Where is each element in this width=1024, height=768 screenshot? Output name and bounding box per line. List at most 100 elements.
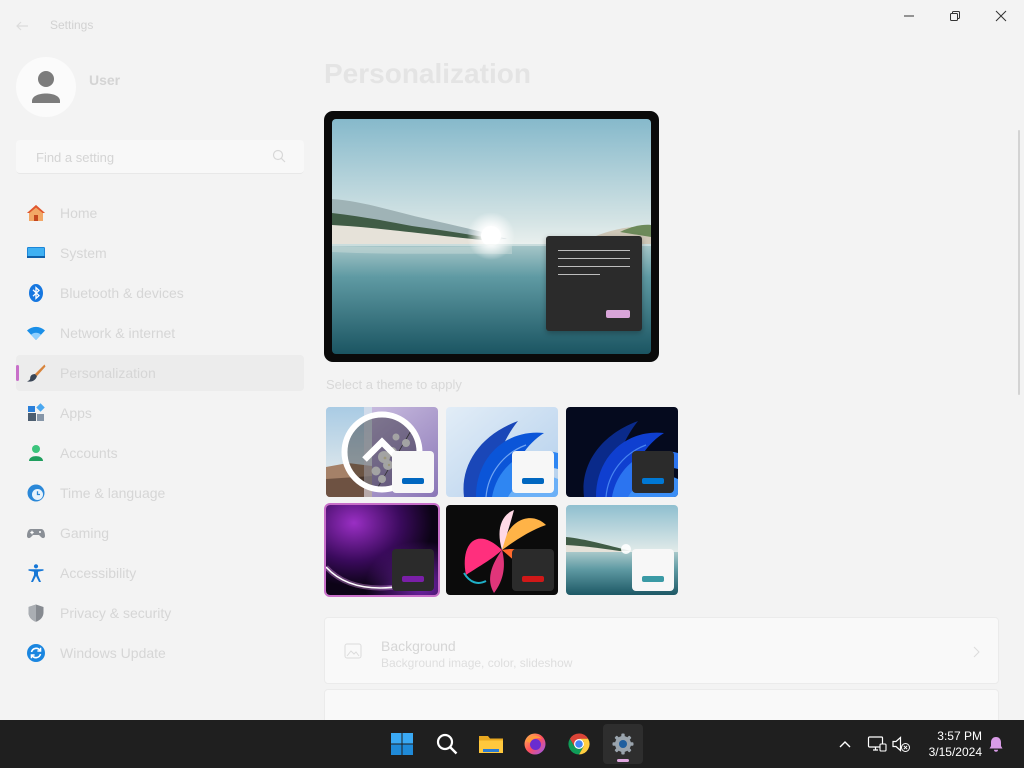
clock[interactable]: 3:57 PM 3/15/2024 <box>912 728 982 760</box>
theme-accent-bar <box>642 478 664 484</box>
restore-button[interactable] <box>932 0 978 32</box>
scrollbar[interactable] <box>1018 130 1020 395</box>
sidebar-item-privacy-security[interactable]: Privacy & security <box>16 595 304 631</box>
theme-accent-bar <box>522 478 544 484</box>
chevron-right-icon <box>973 646 980 658</box>
themes-heading: Select a theme to apply <box>326 377 462 392</box>
sidebar-item-network[interactable]: Network & internet <box>16 315 304 351</box>
preview-accent-button <box>606 310 630 318</box>
file-explorer-button[interactable] <box>471 724 511 764</box>
selection-indicator <box>16 365 19 381</box>
sidebar-item-label: Accounts <box>60 445 118 461</box>
theme-thumbnail-captured-motion[interactable] <box>446 505 558 595</box>
bell-icon <box>989 737 1003 752</box>
person-placeholder-icon <box>32 71 60 103</box>
background-settings-card[interactable]: Background Background image, color, slid… <box>324 617 999 684</box>
theme-thumbnail-glow[interactable] <box>324 503 440 597</box>
theme-window-sample <box>632 451 674 493</box>
sidebar-item-label: System <box>60 245 107 261</box>
chevron-up-icon <box>839 741 851 748</box>
controller-icon <box>27 529 45 539</box>
theme-window-sample <box>632 549 674 591</box>
brush-icon <box>27 364 46 382</box>
sidebar-item-label: Time & language <box>60 485 166 501</box>
sidebar-item-home[interactable]: Home <box>16 195 304 231</box>
search-box[interactable] <box>16 140 304 174</box>
theme-window-sample <box>512 549 554 591</box>
network-icon <box>867 736 887 752</box>
monitor-icon <box>27 247 45 258</box>
sidebar-item-system[interactable]: System <box>16 235 304 271</box>
theme-accent-bar <box>402 576 424 582</box>
settings-button[interactable] <box>603 724 643 764</box>
update-icon <box>27 644 45 662</box>
preview-window-mockup <box>546 236 642 331</box>
globe-clock-icon <box>27 484 45 502</box>
sidebar-item-label: Apps <box>60 405 92 421</box>
theme-window-sample <box>392 549 434 591</box>
theme-preview <box>324 111 659 362</box>
bluetooth-icon <box>29 284 43 302</box>
search-input[interactable] <box>34 140 278 174</box>
search-button[interactable] <box>427 724 467 764</box>
theme-thumbnail-lake[interactable] <box>566 505 678 595</box>
sidebar-item-apps[interactable]: Apps <box>16 395 304 431</box>
sidebar-item-accessibility[interactable]: Accessibility <box>16 555 304 591</box>
file-explorer-icon <box>479 736 503 753</box>
settings-gear-icon <box>612 733 634 755</box>
taskbar: 3:57 PM 3/15/2024 <box>0 720 1024 768</box>
notifications-button[interactable] <box>984 732 1008 756</box>
theme-window-sample <box>512 451 554 493</box>
clock-date: 3/15/2024 <box>928 745 982 759</box>
theme-accent-bar <box>522 576 544 582</box>
search-icon <box>272 149 286 163</box>
avatar <box>16 57 76 117</box>
minimize-button[interactable] <box>886 0 932 32</box>
restore-icon <box>950 11 960 21</box>
apps-icon <box>28 403 45 421</box>
wifi-icon <box>27 326 45 340</box>
card-subtitle: Background image, color, slideshow <box>381 656 573 670</box>
theme-thumbnail-spotlight[interactable] <box>326 407 438 497</box>
start-button[interactable] <box>382 724 422 764</box>
search-icon <box>436 733 458 755</box>
theme-accent-bar <box>402 478 424 484</box>
theme-thumbnail-bloom-light[interactable] <box>446 407 558 497</box>
network-status[interactable] <box>865 732 889 756</box>
sidebar-item-label: Network & internet <box>60 325 176 341</box>
sidebar-item-gaming[interactable]: Gaming <box>16 515 304 551</box>
theme-thumbnail-bloom-dark[interactable] <box>566 407 678 497</box>
chrome-button[interactable] <box>559 724 599 764</box>
firefox-button[interactable] <box>515 724 555 764</box>
card-title: Background <box>381 638 456 654</box>
clock-time: 3:57 PM <box>937 729 982 743</box>
sidebar-item-label: Home <box>60 205 98 221</box>
sidebar-item-windows-update[interactable]: Windows Update <box>16 635 304 671</box>
minimize-icon <box>904 15 914 17</box>
close-button[interactable] <box>978 0 1024 32</box>
sidebar-item-accounts[interactable]: Accounts <box>16 435 304 471</box>
sidebar-item-label: Personalization <box>60 365 156 381</box>
sidebar-item-bluetooth[interactable]: Bluetooth & devices <box>16 275 304 311</box>
sidebar-item-personalization[interactable]: Personalization <box>16 355 304 391</box>
app-title: Settings <box>50 18 94 32</box>
sidebar-item-time-language[interactable]: Time & language <box>16 475 304 511</box>
account-name: User <box>89 72 121 88</box>
accessibility-icon <box>28 564 44 582</box>
shield-icon <box>28 604 44 622</box>
page-title: Personalization <box>324 58 531 89</box>
volume-muted-icon <box>892 736 910 752</box>
theme-window-sample <box>392 451 434 493</box>
firefox-icon <box>524 733 546 755</box>
home-icon <box>27 205 45 221</box>
sidebar-item-label: Gaming <box>60 525 110 541</box>
back-button[interactable] <box>10 16 34 36</box>
sidebar-item-label: Bluetooth & devices <box>60 285 184 301</box>
active-app-indicator <box>617 759 629 762</box>
sidebar-item-label: Accessibility <box>60 565 137 581</box>
sidebar-item-label: Privacy & security <box>60 605 172 621</box>
start-icon <box>391 733 413 755</box>
volume-status[interactable] <box>889 732 913 756</box>
show-hidden-icons-button[interactable] <box>833 732 857 756</box>
theme-accent-bar <box>642 576 664 582</box>
